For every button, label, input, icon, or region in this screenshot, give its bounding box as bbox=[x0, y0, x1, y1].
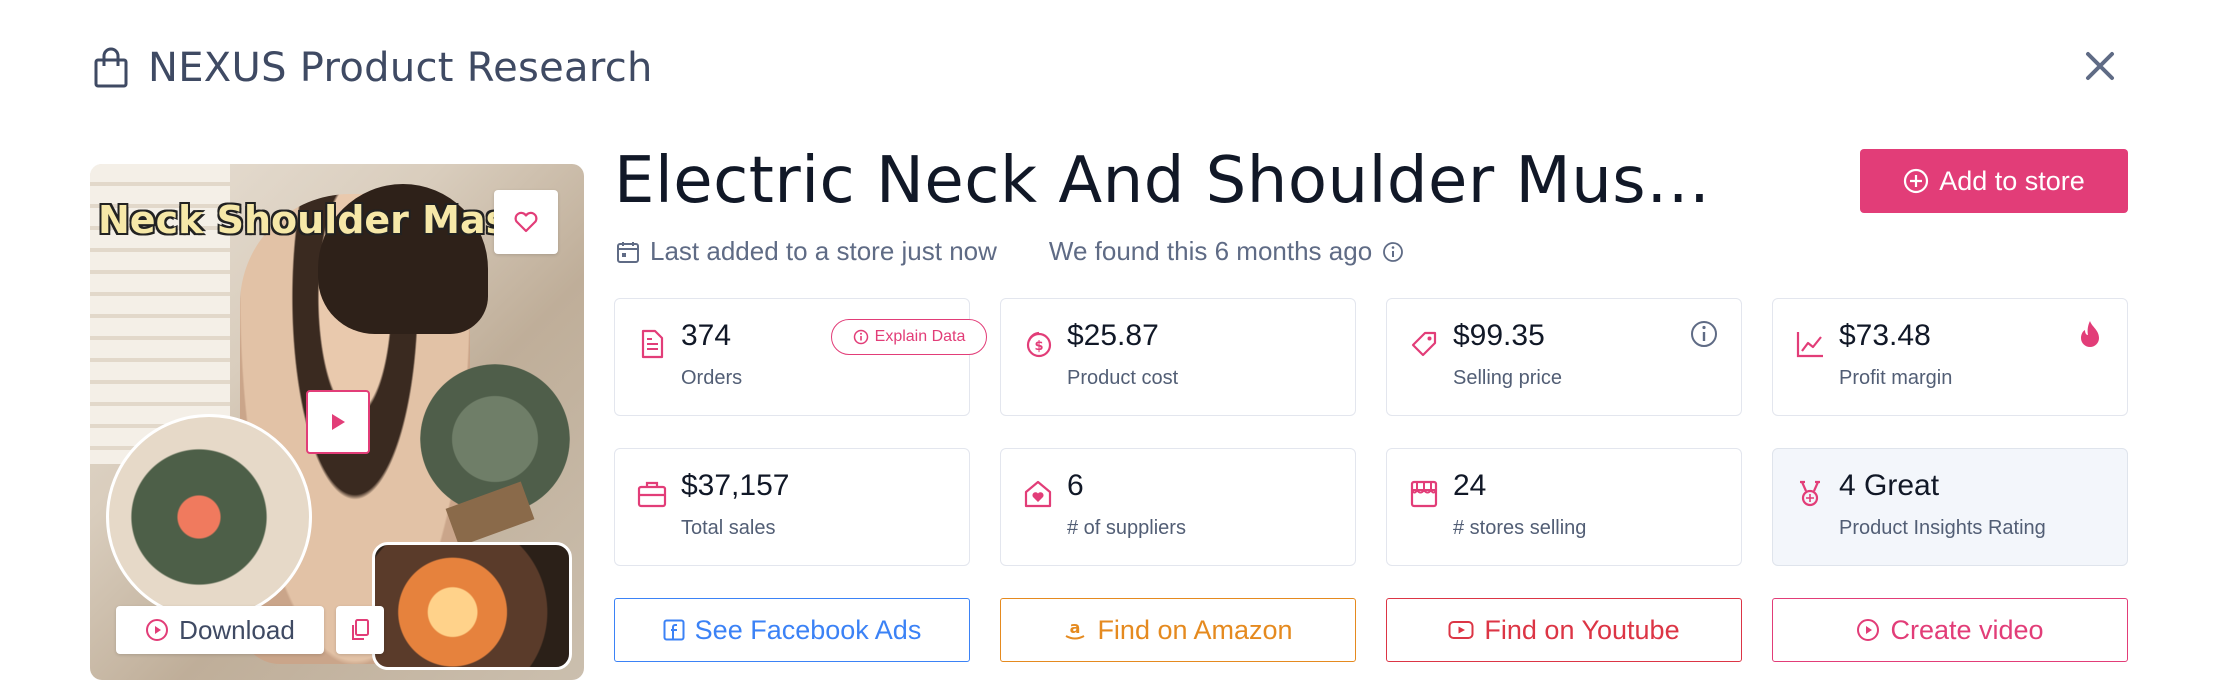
copy-button[interactable] bbox=[336, 606, 384, 654]
explain-data-button[interactable]: Explain Data bbox=[831, 319, 987, 355]
orders-label: Orders bbox=[681, 367, 743, 389]
product-image: Neck Shoulder Massa Download bbox=[90, 164, 584, 680]
document-icon bbox=[641, 329, 664, 359]
calendar-icon bbox=[617, 241, 639, 263]
heart-icon bbox=[514, 211, 538, 233]
stores-selling-card: 24 # stores selling bbox=[1386, 448, 1742, 566]
facebook-icon bbox=[663, 619, 685, 641]
selling-price-value: $99.35 bbox=[1453, 319, 1545, 352]
close-icon[interactable] bbox=[2078, 44, 2122, 88]
insights-rating-label: Product Insights Rating bbox=[1839, 517, 2046, 539]
price-tag-icon bbox=[1411, 331, 1437, 357]
info-icon bbox=[853, 329, 868, 345]
see-facebook-ads-button[interactable]: See Facebook Ads bbox=[614, 598, 970, 662]
product-meta: Last added to a store just now We found … bbox=[616, 236, 1404, 267]
play-circle-icon bbox=[1857, 619, 1880, 641]
suppliers-card: 6 # of suppliers bbox=[1000, 448, 1356, 566]
orders-value: 374 bbox=[681, 319, 732, 352]
svg-text:a: a bbox=[1070, 618, 1081, 637]
orders-card: 374 Orders Explain Data bbox=[614, 298, 987, 416]
insights-rating-card: 4 Great Product Insights Rating bbox=[1772, 448, 2128, 566]
amazon-label: Find on Amazon bbox=[1097, 614, 1293, 645]
create-video-label: Create video bbox=[1890, 614, 2044, 645]
profit-margin-card: $73.48 Profit margin bbox=[1772, 298, 2128, 416]
total-sales-card: $37,157 Total sales bbox=[614, 448, 970, 566]
explain-data-label: Explain Data bbox=[874, 328, 966, 345]
favorite-button[interactable] bbox=[494, 190, 558, 254]
product-title: Electric Neck And Shoulder Muscle M… bbox=[614, 144, 1734, 218]
product-cost-card: $ $25.87 Product cost bbox=[1000, 298, 1356, 416]
suppliers-label: # of suppliers bbox=[1067, 517, 1186, 539]
supplier-home-heart-icon bbox=[1024, 480, 1052, 508]
product-cost-label: Product cost bbox=[1067, 367, 1179, 389]
selling-price-label: Selling price bbox=[1453, 367, 1562, 389]
play-icon bbox=[332, 414, 345, 430]
info-icon[interactable] bbox=[1689, 319, 1719, 349]
suppliers-value: 6 bbox=[1067, 469, 1084, 502]
award-ribbon-icon bbox=[1800, 480, 1820, 507]
profit-margin-value: $73.48 bbox=[1839, 319, 1931, 352]
info-icon[interactable] bbox=[1382, 241, 1404, 263]
facebook-label: See Facebook Ads bbox=[694, 614, 922, 645]
modal-header: NEXUS Product Research bbox=[92, 38, 653, 98]
add-to-store-button[interactable]: Add to store bbox=[1860, 149, 2128, 213]
find-on-youtube-button[interactable]: Find on Youtube bbox=[1386, 598, 1742, 662]
total-sales-label: Total sales bbox=[681, 517, 776, 539]
image-inset-detail bbox=[372, 542, 572, 670]
stores-selling-label: # stores selling bbox=[1453, 517, 1587, 539]
storefront-icon bbox=[1410, 480, 1438, 508]
youtube-icon bbox=[1448, 621, 1474, 639]
download-button[interactable]: Download bbox=[116, 606, 324, 654]
amazon-icon: a bbox=[1065, 618, 1085, 640]
copy-icon bbox=[352, 619, 369, 640]
found-info: We found this 6 months ago bbox=[1049, 236, 1404, 267]
play-video-button[interactable] bbox=[306, 390, 370, 454]
last-added-text: Last added to a store just now bbox=[650, 236, 997, 266]
modal-title: NEXUS Product Research bbox=[148, 45, 653, 91]
product-cost-value: $25.87 bbox=[1067, 319, 1159, 352]
flame-icon bbox=[2081, 321, 2099, 347]
plus-circle-icon bbox=[1904, 168, 1929, 194]
add-to-store-label: Add to store bbox=[1939, 165, 2085, 196]
line-chart-icon bbox=[1796, 332, 1823, 358]
profit-margin-label: Profit margin bbox=[1839, 367, 1953, 389]
selling-price-card: $99.35 Selling price bbox=[1386, 298, 1742, 416]
svg-text:$: $ bbox=[1034, 339, 1043, 354]
last-added-info: Last added to a store just now bbox=[616, 236, 997, 267]
find-on-amazon-button[interactable]: a Find on Amazon bbox=[1000, 598, 1356, 662]
insights-rating-value: 4 Great bbox=[1839, 469, 1940, 502]
coins-icon: $ bbox=[1026, 331, 1052, 358]
image-inset-circle bbox=[106, 414, 312, 620]
shopping-bag-icon bbox=[94, 47, 128, 88]
download-label: Download bbox=[179, 614, 295, 645]
create-video-button[interactable]: Create video bbox=[1772, 598, 2128, 662]
found-text: We found this 6 months ago bbox=[1048, 236, 1373, 266]
briefcase-icon bbox=[637, 481, 667, 508]
play-circle-icon bbox=[146, 619, 169, 641]
stores-selling-value: 24 bbox=[1453, 469, 1487, 502]
total-sales-value: $37,157 bbox=[681, 469, 790, 502]
youtube-label: Find on Youtube bbox=[1484, 614, 1680, 645]
